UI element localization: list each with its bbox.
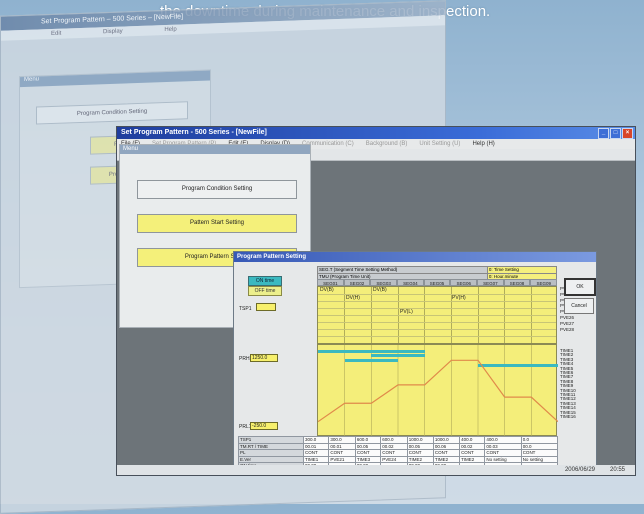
segment-header[interactable]: SEG08 [503,279,531,286]
table-row: E.Ver TIME1 PVE21 TIME3 PVE24 TIME2 TIME2 TIME2… [238,455,559,464]
background-menu-title: Menu [20,70,210,88]
status-date: 2006/06/29 [564,467,595,473]
table-cell[interactable]: CONT [380,449,408,457]
table-cell[interactable]: TIME3 [354,455,382,464]
status-bar: 2006/06/29 20:55 [117,465,635,475]
table-cell[interactable]: TIME2 [432,455,461,464]
row-label: E.Ver [238,455,304,464]
table-cell[interactable]: CONT [520,449,559,457]
table-cell[interactable]: TIME1 [302,455,330,464]
maximize-icon[interactable]: □ [610,128,621,139]
event-grid[interactable]: DV(B) DV(B) DV(H) PV(H) PV(L) [317,286,557,344]
prh-input[interactable]: 1250.0 [250,354,278,362]
dialog-title: Program Pattern Setting [234,252,596,262]
window-title: Set Program Pattern - 500 Series - [NewF… [121,129,267,136]
table-cell[interactable]: 300.0 [328,436,356,444]
program-condition-setting-button[interactable]: Program Condition Setting [137,180,297,199]
row-label: TSP1 [238,436,304,444]
table-cell[interactable]: 00.03 [484,442,522,451]
segment-header[interactable]: SEG02 [343,279,371,286]
table-cell[interactable]: PVE21 [328,455,356,464]
table-cell[interactable]: 600.0 [354,436,382,444]
program-line [318,359,558,423]
segment-header-row: SEG01 SEG02 SEG03 SEG04 SEG05 SEG06 SEG0… [317,279,558,286]
event-label: DV(B) [320,287,334,293]
table-cell[interactable]: 1000.0 [432,436,461,444]
pattern-start-setting-button[interactable]: Pattern Start Setting [137,214,297,233]
table-cell[interactable]: CONT [459,449,486,457]
table-cell[interactable]: TIME2 [406,455,434,464]
menu-panel-title: Menu [120,145,310,154]
table-row: TSP1 300.0 300.0 600.0 600.0 1000.0 1000.0 400.… [238,436,559,444]
menu-background[interactable]: Background (B) [366,139,408,149]
row-label: TM.RT / TIME [238,442,304,451]
segment-header[interactable]: SEG06 [450,279,478,286]
menu-unit-setting[interactable]: Unit Setting (U) [419,139,460,149]
time-event-list: TIME1 TIME2 TIME3 TIME4 TIME5 TIME6 TIME… [560,348,588,420]
off-time-toggle[interactable]: OFF time [248,286,282,296]
table-cell[interactable]: 00.02 [459,442,486,451]
table-cell[interactable]: 0.0 [520,436,559,444]
table-cell[interactable]: CONT [432,449,461,457]
table-cell[interactable]: No setting [520,455,559,464]
tsp-label: TSP1 [239,306,252,312]
row-label: PL [238,449,304,457]
program-pattern-plot[interactable] [317,344,558,437]
table-cell[interactable]: CONT [328,449,356,457]
background-condition-button: Program Condition Setting [36,101,188,125]
table-cell[interactable]: 300.0 [302,436,330,444]
time-event-bar [318,350,425,353]
status-time: 20:55 [609,467,625,473]
ok-button[interactable]: OK [564,278,596,296]
time-event-bar [371,354,425,357]
table-cell[interactable]: 600.0 [380,436,408,444]
table-row: PL CONT CONT CONT CONT CONT CONT CONT CONT CONT [238,449,559,457]
segment-header[interactable]: SEG05 [423,279,451,286]
table-cell[interactable]: 00.0 [520,442,559,451]
table-cell[interactable]: CONT [354,449,382,457]
table-cell[interactable]: 400.0 [459,436,486,444]
event-label: PV(H) [452,295,466,301]
table-cell[interactable]: 400.0 [484,436,522,444]
menu-help[interactable]: Help (H) [472,139,494,149]
segment-header[interactable]: SEG01 [317,279,344,286]
minimize-icon[interactable]: _ [598,128,609,139]
cancel-button[interactable]: Cancel [564,298,594,314]
table-cell[interactable]: 00.02 [380,442,408,451]
segment-header[interactable]: SEG03 [370,279,398,286]
table-cell[interactable]: 00.01 [302,442,330,451]
segment-time-method-label: SEG.T (Segment Time Setting Method) [317,266,488,274]
table-cell[interactable]: CONT [302,449,330,457]
table-row: TM.RT / TIME 00.01 00.01 00.05 00.02 00.05 00.… [238,442,559,451]
segment-header[interactable]: SEG04 [397,279,424,286]
table-cell[interactable]: 1000.0 [406,436,434,444]
table-cell[interactable]: 00.06 [432,442,461,451]
time-event-item: TIME16 [560,414,576,420]
on-time-toggle[interactable]: ON time [248,276,282,286]
event-label: PV(L) [400,309,413,315]
table-cell[interactable]: No setting [484,455,522,464]
prl-input[interactable]: -250.0 [250,422,278,430]
program-pattern-dialog: Program Pattern Setting ON time OFF time… [233,251,597,475]
close-icon[interactable]: × [622,128,633,139]
table-cell[interactable]: CONT [484,449,522,457]
table-cell[interactable]: 00.05 [406,442,434,451]
event-label: DV(B) [373,287,387,293]
pv-event-item: PVE28 [560,326,575,332]
tsp-swatch[interactable] [256,303,276,311]
window-titlebar[interactable]: Set Program Pattern - 500 Series - [NewF… [117,127,635,139]
segment-header[interactable]: SEG09 [530,279,558,286]
time-event-bar [478,364,558,367]
segment-header[interactable]: SEG07 [477,279,504,286]
segment-time-method-value[interactable]: 0: Time Setting [486,266,558,274]
table-cell[interactable]: PVE24 [380,455,408,464]
table-cell[interactable]: 00.01 [328,442,356,451]
table-cell[interactable]: TIME2 [459,455,486,464]
main-window: Set Program Pattern - 500 Series - [NewF… [116,126,636,476]
program-pattern-graph [318,345,558,437]
table-cell[interactable]: CONT [406,449,434,457]
table-cell[interactable]: 00.05 [354,442,382,451]
event-label: DV(H) [346,295,360,301]
time-event-bar [345,359,398,362]
